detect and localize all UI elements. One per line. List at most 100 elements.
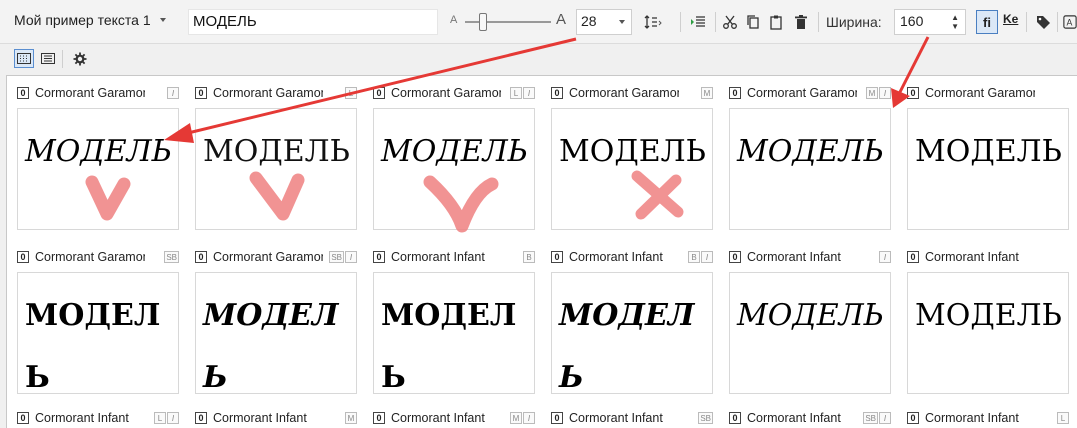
style-badges: SB I [329,251,357,263]
toolbar-divider [62,50,63,68]
font-preview[interactable]: МОДЕЛЬ [373,272,535,394]
cut-icon[interactable] [720,12,740,32]
style-badge: SB [698,412,713,424]
font-preview[interactable]: МОДЕЛЬ [729,272,891,394]
font-preview[interactable]: МОДЕЛЬ [373,108,535,230]
text-case-icon[interactable]: A [1063,12,1077,32]
delete-icon[interactable] [791,12,811,32]
font-name-label: Cormorant Garamond [569,86,679,100]
style-badges: LI [154,412,179,424]
font-preview[interactable]: МОДЕЛЬ [17,272,179,394]
font-name-label: Cormorant Infant [925,411,1019,425]
text-direction-icon[interactable] [688,12,708,32]
size-slider-track[interactable] [465,21,551,23]
chevron-down-icon [159,18,166,22]
font-preview[interactable]: МОДЕЛЬ [729,108,891,230]
variant-count-badge: 0 [17,412,29,424]
size-slider-thumb[interactable] [479,13,487,31]
font-card-header: 0 Cormorant Infant [907,248,1072,266]
font-name-label: Cormorant Garamond [391,86,501,100]
style-badge: M [510,412,522,424]
font-name-label: Cormorant Infant [391,411,485,425]
variant-count-badge: 0 [907,87,919,99]
variant-count-badge: 0 [907,251,919,263]
style-badge: SB [329,251,344,263]
style-badges: M [345,412,357,424]
ligatures-toggle[interactable]: fi [976,10,998,34]
font-name-label: Cormorant Garamond [213,86,323,100]
style-badge: M [866,87,878,99]
font-name-label: Cormorant Garamond [213,250,323,264]
font-preview[interactable]: МОДЕЛЬ [195,272,357,394]
style-badge: M [701,87,713,99]
variant-count-badge: 0 [195,87,207,99]
grid-view-icon[interactable] [14,49,34,68]
font-card-header: 0 Cormorant Garamond L [195,84,360,102]
font-card-header: 0 Cormorant Garamond M I [729,84,894,102]
width-value: 160 [900,13,924,29]
toolbar-divider [1026,12,1027,32]
style-badge: I [879,251,891,263]
font-card-header: 0 Cormorant Infant L [907,409,1072,427]
font-size-combo[interactable]: 28 [576,9,632,35]
font-preview[interactable]: МОДЕЛЬ [907,272,1069,394]
style-badges: BI [688,251,713,263]
spin-arrows-icon[interactable]: ▲ ▼ [951,13,959,31]
paste-icon[interactable] [766,12,786,32]
style-badges: B [523,251,535,263]
font-preview[interactable]: МОДЕЛЬ [17,108,179,230]
sample-dropdown[interactable]: Мой пример текста 1 [14,12,166,28]
font-card-header: 0 Cormorant Infant SB [551,409,716,427]
font-card-header: 0 Cormorant Garamond SB I [195,248,360,266]
variant-count-badge: 0 [373,251,385,263]
variant-count-badge: 0 [551,251,563,263]
svg-text:A: A [1067,18,1073,28]
font-name-label: Cormorant Garamond [35,250,145,264]
variant-count-badge: 0 [195,412,207,424]
font-preview[interactable]: МОДЕЛЬ [551,108,713,230]
font-card-header: 0 Cormorant Infant I [729,248,894,266]
variant-count-badge: 0 [729,251,741,263]
style-badge: L [154,412,166,424]
font-name-label: Cormorant Infant [925,250,1019,264]
style-badges: SB [698,412,713,424]
sample-text-input[interactable]: МОДЕЛЬ [188,9,438,35]
style-badges: SB I [863,412,891,424]
settings-gear-icon[interactable] [70,49,90,68]
style-badge: I [167,87,179,99]
style-badge: I [701,251,713,263]
style-badge: B [688,251,700,263]
style-badges: L [345,87,357,99]
list-view-icon[interactable] [38,49,58,68]
font-name-label: Cormorant Infant [35,411,129,425]
font-name-label: Cormorant Garamond [35,86,145,100]
font-name-label: Cormorant Garamond [925,86,1035,100]
style-badge: L [345,87,357,99]
font-card-header: 0 Cormorant Garamond M [551,84,716,102]
toolbar-divider [715,12,716,32]
font-card-header: 0 Cormorant Garamond I [17,84,182,102]
kerning-toggle[interactable]: Ke [1003,12,1018,26]
font-card-header: 0 Cormorant Infant B [373,248,538,266]
style-badges: I [879,251,891,263]
tag-icon[interactable] [1033,12,1053,32]
style-badges: MI [866,87,891,99]
width-label: Ширина: [826,14,882,30]
width-spinbox[interactable]: 160 ▲ ▼ [894,9,966,35]
font-size-value: 28 [581,13,597,29]
variant-count-badge: 0 [729,412,741,424]
copy-icon[interactable] [743,12,763,32]
chevron-down-icon [619,20,625,24]
line-spacing-icon[interactable] [643,12,663,32]
style-badge: I [879,412,891,424]
toolbar-divider [680,12,681,32]
font-card-header: 0 Cormorant Garamond L I [373,84,538,102]
font-card-header: 0 Cormorant Infant M I [373,409,538,427]
font-preview[interactable]: МОДЕЛЬ [195,108,357,230]
variant-count-badge: 0 [729,87,741,99]
font-preview[interactable]: МОДЕЛЬ [907,108,1069,230]
font-name-label: Cormorant Infant [569,411,663,425]
size-large-icon: A [556,11,567,28]
font-preview[interactable]: МОДЕЛЬ [551,272,713,394]
font-name-label: Cormorant Infant [747,250,841,264]
